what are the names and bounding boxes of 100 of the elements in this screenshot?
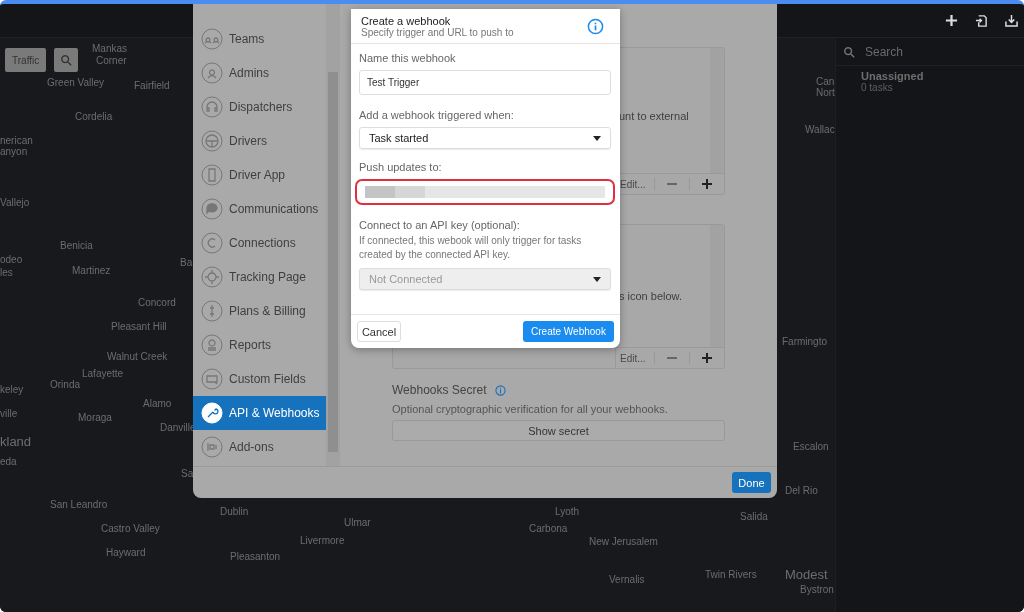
place-label: Martinez (72, 265, 111, 276)
nav-item[interactable]: Add-ons (193, 430, 326, 464)
place-label: les (0, 267, 13, 278)
help-text: If connected, this webook will only trigger for tasks created by the connected API key. (359, 234, 583, 262)
caret-icon (593, 276, 601, 282)
people-icon (201, 28, 223, 50)
place-label: Cordelia (75, 111, 113, 122)
place-label: Carbona (529, 523, 568, 534)
box-text: unt to external (619, 110, 689, 122)
nav-item[interactable]: API & Webhooks (193, 396, 326, 430)
place-label: San Leandro (50, 499, 108, 510)
field-label: Push updates to: (359, 161, 443, 173)
place-label: nerican (0, 135, 33, 146)
place-label: Pleasanton (230, 551, 281, 562)
edit-button[interactable]: Edit... (615, 348, 654, 368)
place-label: Wallac (805, 124, 835, 135)
place-label: Bystron (800, 584, 834, 595)
crosshair-icon (201, 266, 223, 288)
place-label: ville (0, 408, 18, 419)
nav-item[interactable]: Plans & Billing (193, 294, 326, 328)
place-label: Concord (138, 297, 176, 308)
nav-item[interactable]: Reports (193, 328, 326, 362)
box-text: s icon below. (619, 290, 682, 302)
puzzle-icon (201, 436, 223, 458)
field-label: Name this webhook (359, 52, 457, 64)
place-label: Orinda (50, 379, 80, 390)
place-label: Twin Rivers (705, 569, 757, 580)
place-label: eda (0, 456, 17, 467)
place-label: Alamo (143, 398, 172, 409)
nav-item[interactable]: Admins (193, 56, 326, 90)
download-icon[interactable] (1005, 14, 1018, 27)
place-label: odeo (0, 254, 23, 265)
place-label: Walnut Creek (107, 351, 168, 362)
place-label: Vallejo (0, 197, 30, 208)
person-icon (201, 62, 223, 84)
unassigned-group[interactable]: Unassigned 0 tasks (836, 66, 1024, 97)
section-title: Webhooks Secret (392, 383, 487, 397)
place-label: Dublin (220, 506, 249, 517)
import-icon[interactable] (975, 14, 988, 27)
dialog-subtitle: Specify trigger and URL to push to (361, 27, 514, 38)
info-icon[interactable] (587, 18, 604, 35)
place-label: Can (816, 76, 835, 87)
nav-item[interactable]: Driver App (193, 158, 326, 192)
nav-item[interactable]: Dispatchers (193, 90, 326, 124)
place-label: Lyoth (555, 506, 580, 517)
nav-item[interactable]: Drivers (193, 124, 326, 158)
speech-bubble-icon (201, 198, 223, 220)
phone-icon (201, 164, 223, 186)
place-label: Modest (785, 567, 828, 582)
field-label: Add a webhook triggered when: (359, 109, 515, 121)
place-label: New Jerusalem (589, 536, 658, 547)
group-title: Unassigned (861, 70, 925, 82)
nav-item[interactable]: Connections (193, 226, 326, 260)
place-label: Corner (96, 55, 127, 66)
place-label: kland (0, 434, 32, 449)
cancel-button[interactable]: Cancel (357, 321, 401, 342)
headset-icon (201, 96, 223, 118)
place-label: Vernalis (609, 574, 645, 585)
place-label: Sa (181, 468, 194, 479)
nav-item[interactable]: Teams (193, 22, 326, 56)
place-label: Salida (740, 511, 768, 522)
trigger-dropdown[interactable]: Task started (359, 127, 611, 149)
place-label: Green Valley (47, 77, 105, 88)
place-label: Nort (816, 87, 835, 98)
caret-icon (593, 135, 601, 141)
place-label: Hayward (106, 547, 146, 558)
nav-item[interactable]: Tracking Page (193, 260, 326, 294)
place-label: Livermore (300, 535, 345, 546)
task-count: 0 tasks (861, 82, 893, 93)
search-icon (60, 54, 73, 66)
place-label: keley (0, 384, 24, 395)
place-label: Castro Valley (101, 523, 160, 534)
create-webhook-button[interactable]: Create Webhook (523, 321, 614, 342)
done-button[interactable]: Done (732, 472, 771, 493)
place-label: Escalon (793, 441, 829, 452)
wrench-icon (201, 402, 223, 424)
place-label: Moraga (78, 412, 112, 423)
traffic-button[interactable]: Traffic (5, 48, 47, 72)
place-label: anyon (0, 146, 28, 157)
c-ring-icon (201, 232, 223, 254)
place-label: Lafayette (82, 368, 124, 379)
place-label: Ba (180, 257, 193, 268)
show-secret-button[interactable]: Show secret (392, 420, 725, 441)
place-label: Ulmar (344, 517, 371, 528)
search-button[interactable] (54, 48, 79, 72)
place-label: Mankas (92, 43, 127, 54)
scrollbar[interactable] (326, 4, 340, 466)
steering-wheel-icon (201, 130, 223, 152)
search-icon (843, 45, 855, 58)
nav-item[interactable]: Communications (193, 192, 326, 226)
dialog-title: Create a webhook (361, 15, 452, 27)
place-label: Farmingto (782, 336, 827, 347)
place-label: Fairfield (134, 80, 170, 91)
nav-item[interactable]: Custom Fields (193, 362, 326, 396)
section-description: Optional cryptographic verification for all your webhooks. (392, 403, 669, 415)
name-input[interactable]: Test Trigger (359, 70, 611, 95)
place-label: Pleasant Hill (111, 321, 167, 332)
field-label: Connect to an API key (optional): (359, 219, 521, 231)
search-field[interactable]: Search (863, 43, 1007, 60)
place-label: Benicia (60, 240, 93, 251)
